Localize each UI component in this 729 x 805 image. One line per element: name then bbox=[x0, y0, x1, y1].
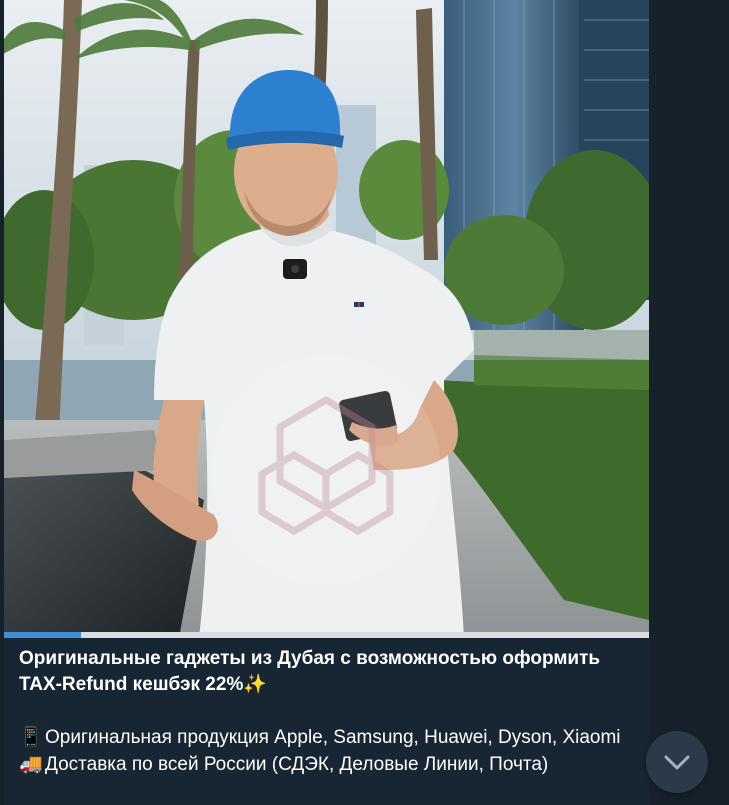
video-progress-fill bbox=[4, 632, 82, 638]
feature-line-delivery: 🚚 Доставка по всей России (СДЭК, Деловые … bbox=[19, 751, 639, 778]
scroll-to-bottom-button[interactable] bbox=[646, 731, 708, 793]
video-progress-bar[interactable] bbox=[4, 632, 649, 638]
hexagon-logo-icon bbox=[211, 355, 441, 585]
chat-view: Оригинальные гаджеты из Дубая с возможно… bbox=[0, 0, 729, 805]
feature-text-products: Оригинальная продукция Apple, Samsung, H… bbox=[45, 727, 621, 748]
message-bubble: Оригинальные гаджеты из Дубая с возможно… bbox=[4, 0, 649, 805]
video-player[interactable] bbox=[4, 0, 649, 638]
feature-line-products: 📱 Оригинальная продукция Apple, Samsung, … bbox=[19, 724, 639, 751]
delivery-truck-icon: 🚚 bbox=[19, 753, 43, 775]
mobile-phone-icon: 📱 bbox=[19, 726, 43, 748]
video-frame bbox=[4, 0, 649, 638]
paragraph-break bbox=[19, 698, 639, 724]
message-title: Оригинальные гаджеты из Дубая с возможно… bbox=[19, 648, 601, 695]
feature-text-delivery: Доставка по всей России (СДЭК, Деловые Л… bbox=[45, 754, 549, 775]
message-text: Оригинальные гаджеты из Дубая с возможно… bbox=[19, 646, 639, 778]
chevron-down-icon bbox=[664, 755, 690, 770]
